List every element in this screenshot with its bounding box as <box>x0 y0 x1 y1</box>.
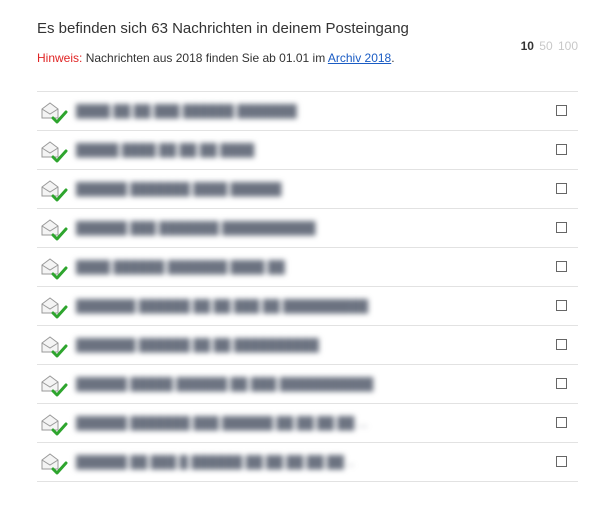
message-checkbox[interactable] <box>556 222 567 233</box>
archive-hint: Hinweis: Nachrichten aus 2018 finden Sie… <box>37 51 395 65</box>
message-checkbox[interactable] <box>556 378 567 389</box>
envelope-open-icon <box>40 374 70 398</box>
message-checkbox[interactable] <box>556 417 567 428</box>
message-row[interactable]: ████ ██ ██ ███ ██████ ███████ <box>37 92 578 131</box>
page-size-selector: 10 50 100 <box>519 39 578 53</box>
message-row[interactable]: ███████ ██████ ██ ██ ██████████ <box>37 326 578 365</box>
message-checkbox[interactable] <box>556 456 567 467</box>
message-list: ████ ██ ██ ███ ██████ ███████ █████ ████… <box>37 91 578 482</box>
message-subject[interactable]: ███████ ██████ ██ ██ ███ ██ ██████████ <box>76 298 368 314</box>
message-checkbox[interactable] <box>556 144 567 155</box>
message-subject[interactable]: ███████ ██████ ██ ██ ██████████ <box>76 337 319 353</box>
envelope-open-icon <box>40 218 70 242</box>
inbox-panel: Es befinden sich 63 Nachrichten in deine… <box>0 0 600 519</box>
message-subject[interactable]: ██████ █████ ██████ ██ ███ ███████████ <box>76 376 373 392</box>
message-subject[interactable]: ██████ ███ ███████ ███████████ <box>76 220 316 236</box>
message-row[interactable]: ███████ ██████ ██ ██ ███ ██ ██████████ <box>37 287 578 326</box>
message-subject[interactable]: ████ ██ ██ ███ ██████ ███████ <box>76 103 297 119</box>
archive-link[interactable]: Archiv 2018 <box>328 51 391 65</box>
hint-label: Hinweis: <box>37 51 83 65</box>
envelope-open-icon <box>40 257 70 281</box>
message-row[interactable]: ██████ █████ ██████ ██ ███ ███████████ <box>37 365 578 404</box>
message-row[interactable]: ████ ██████ ███████ ████ ██ <box>37 248 578 287</box>
message-checkbox[interactable] <box>556 261 567 272</box>
hint-end: . <box>391 51 395 65</box>
message-row[interactable]: ██████ ███████ ███ ██████ ██ ██ ██ ██ ..… <box>37 404 578 443</box>
page-size-50[interactable]: 50 <box>539 39 552 53</box>
message-subject[interactable]: ██████ ███████ ████ ██████ <box>76 181 282 197</box>
envelope-open-icon <box>40 452 70 476</box>
message-row[interactable]: ██████ ███████ ████ ██████ <box>37 170 578 209</box>
message-subject[interactable]: ██████ ██ ███ █ ██████ ██ ██ ██ ██ ██ .. <box>76 454 354 470</box>
envelope-open-icon <box>40 335 70 359</box>
hint-text: Nachrichten aus 2018 finden Sie ab 01.01… <box>82 51 328 65</box>
message-checkbox[interactable] <box>556 339 567 350</box>
message-checkbox[interactable] <box>556 183 567 194</box>
message-subject[interactable]: ██████ ███████ ███ ██████ ██ ██ ██ ██ ..… <box>76 415 368 431</box>
message-checkbox[interactable] <box>556 105 567 116</box>
message-row[interactable]: ██████ ███ ███████ ███████████ <box>37 209 578 248</box>
page-size-100[interactable]: 100 <box>558 39 578 53</box>
inbox-summary-title: Es befinden sich 63 Nachrichten in deine… <box>37 20 409 37</box>
message-subject[interactable]: █████ ████ ██ ██ ██ ████ <box>76 142 254 158</box>
message-subject[interactable]: ████ ██████ ███████ ████ ██ <box>76 259 285 275</box>
message-row[interactable]: █████ ████ ██ ██ ██ ████ <box>37 131 578 170</box>
message-row[interactable]: ██████ ██ ███ █ ██████ ██ ██ ██ ██ ██ .. <box>37 443 578 482</box>
envelope-open-icon <box>40 101 70 125</box>
envelope-open-icon <box>40 140 70 164</box>
page-size-10[interactable]: 10 <box>521 39 534 53</box>
envelope-open-icon <box>40 296 70 320</box>
envelope-open-icon <box>40 413 70 437</box>
message-checkbox[interactable] <box>556 300 567 311</box>
envelope-open-icon <box>40 179 70 203</box>
